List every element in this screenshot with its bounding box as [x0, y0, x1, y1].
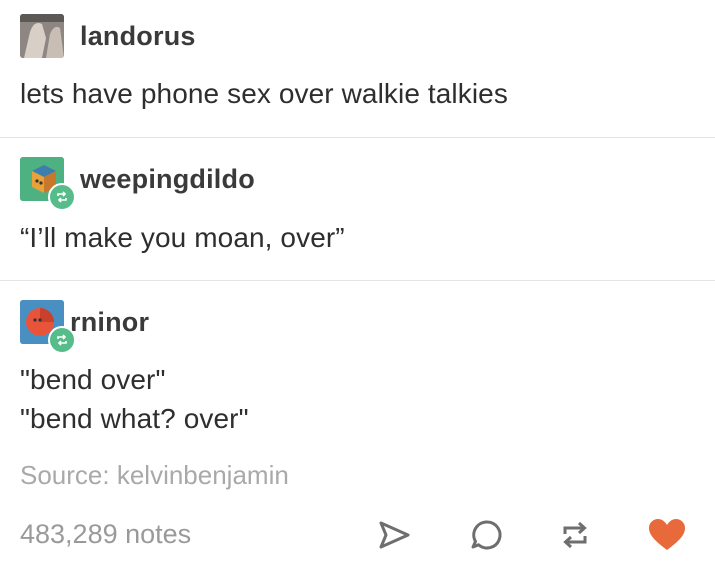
divider — [0, 280, 715, 281]
round-face-avatar-icon[interactable] — [20, 300, 76, 354]
share-button[interactable] — [372, 513, 416, 557]
post-header: rninor — [20, 300, 149, 354]
heart-icon — [649, 519, 685, 550]
post-text-line-2: "bend what? over" — [20, 403, 249, 434]
username[interactable]: landorus — [80, 21, 196, 52]
reblog-arrows-icon — [563, 521, 587, 549]
reply-button[interactable] — [465, 513, 509, 557]
like-button[interactable] — [645, 513, 689, 557]
post-text: lets have phone sex over walkie talkies — [20, 78, 508, 109]
notes-count[interactable]: 483,289 notes — [20, 519, 191, 550]
photo-avatar-icon[interactable] — [20, 14, 64, 58]
send-arrow-icon — [379, 521, 410, 549]
reblog-badge-icon — [48, 183, 76, 211]
reblog-button[interactable] — [553, 513, 597, 557]
post-header: landorus — [20, 14, 196, 58]
cube-avatar-icon[interactable] — [20, 157, 76, 211]
post-text: “I’ll make you moan, over” — [20, 222, 345, 253]
divider — [0, 137, 715, 138]
reblog-badge-icon — [48, 326, 76, 354]
source-link[interactable]: Source: kelvinbenjamin — [20, 460, 289, 491]
username[interactable]: rninor — [70, 307, 149, 338]
post-header: weepingdildo — [20, 157, 255, 211]
post-text-line-1: "bend over" — [20, 364, 166, 395]
speech-bubble-icon — [471, 520, 502, 550]
username[interactable]: weepingdildo — [80, 164, 255, 195]
